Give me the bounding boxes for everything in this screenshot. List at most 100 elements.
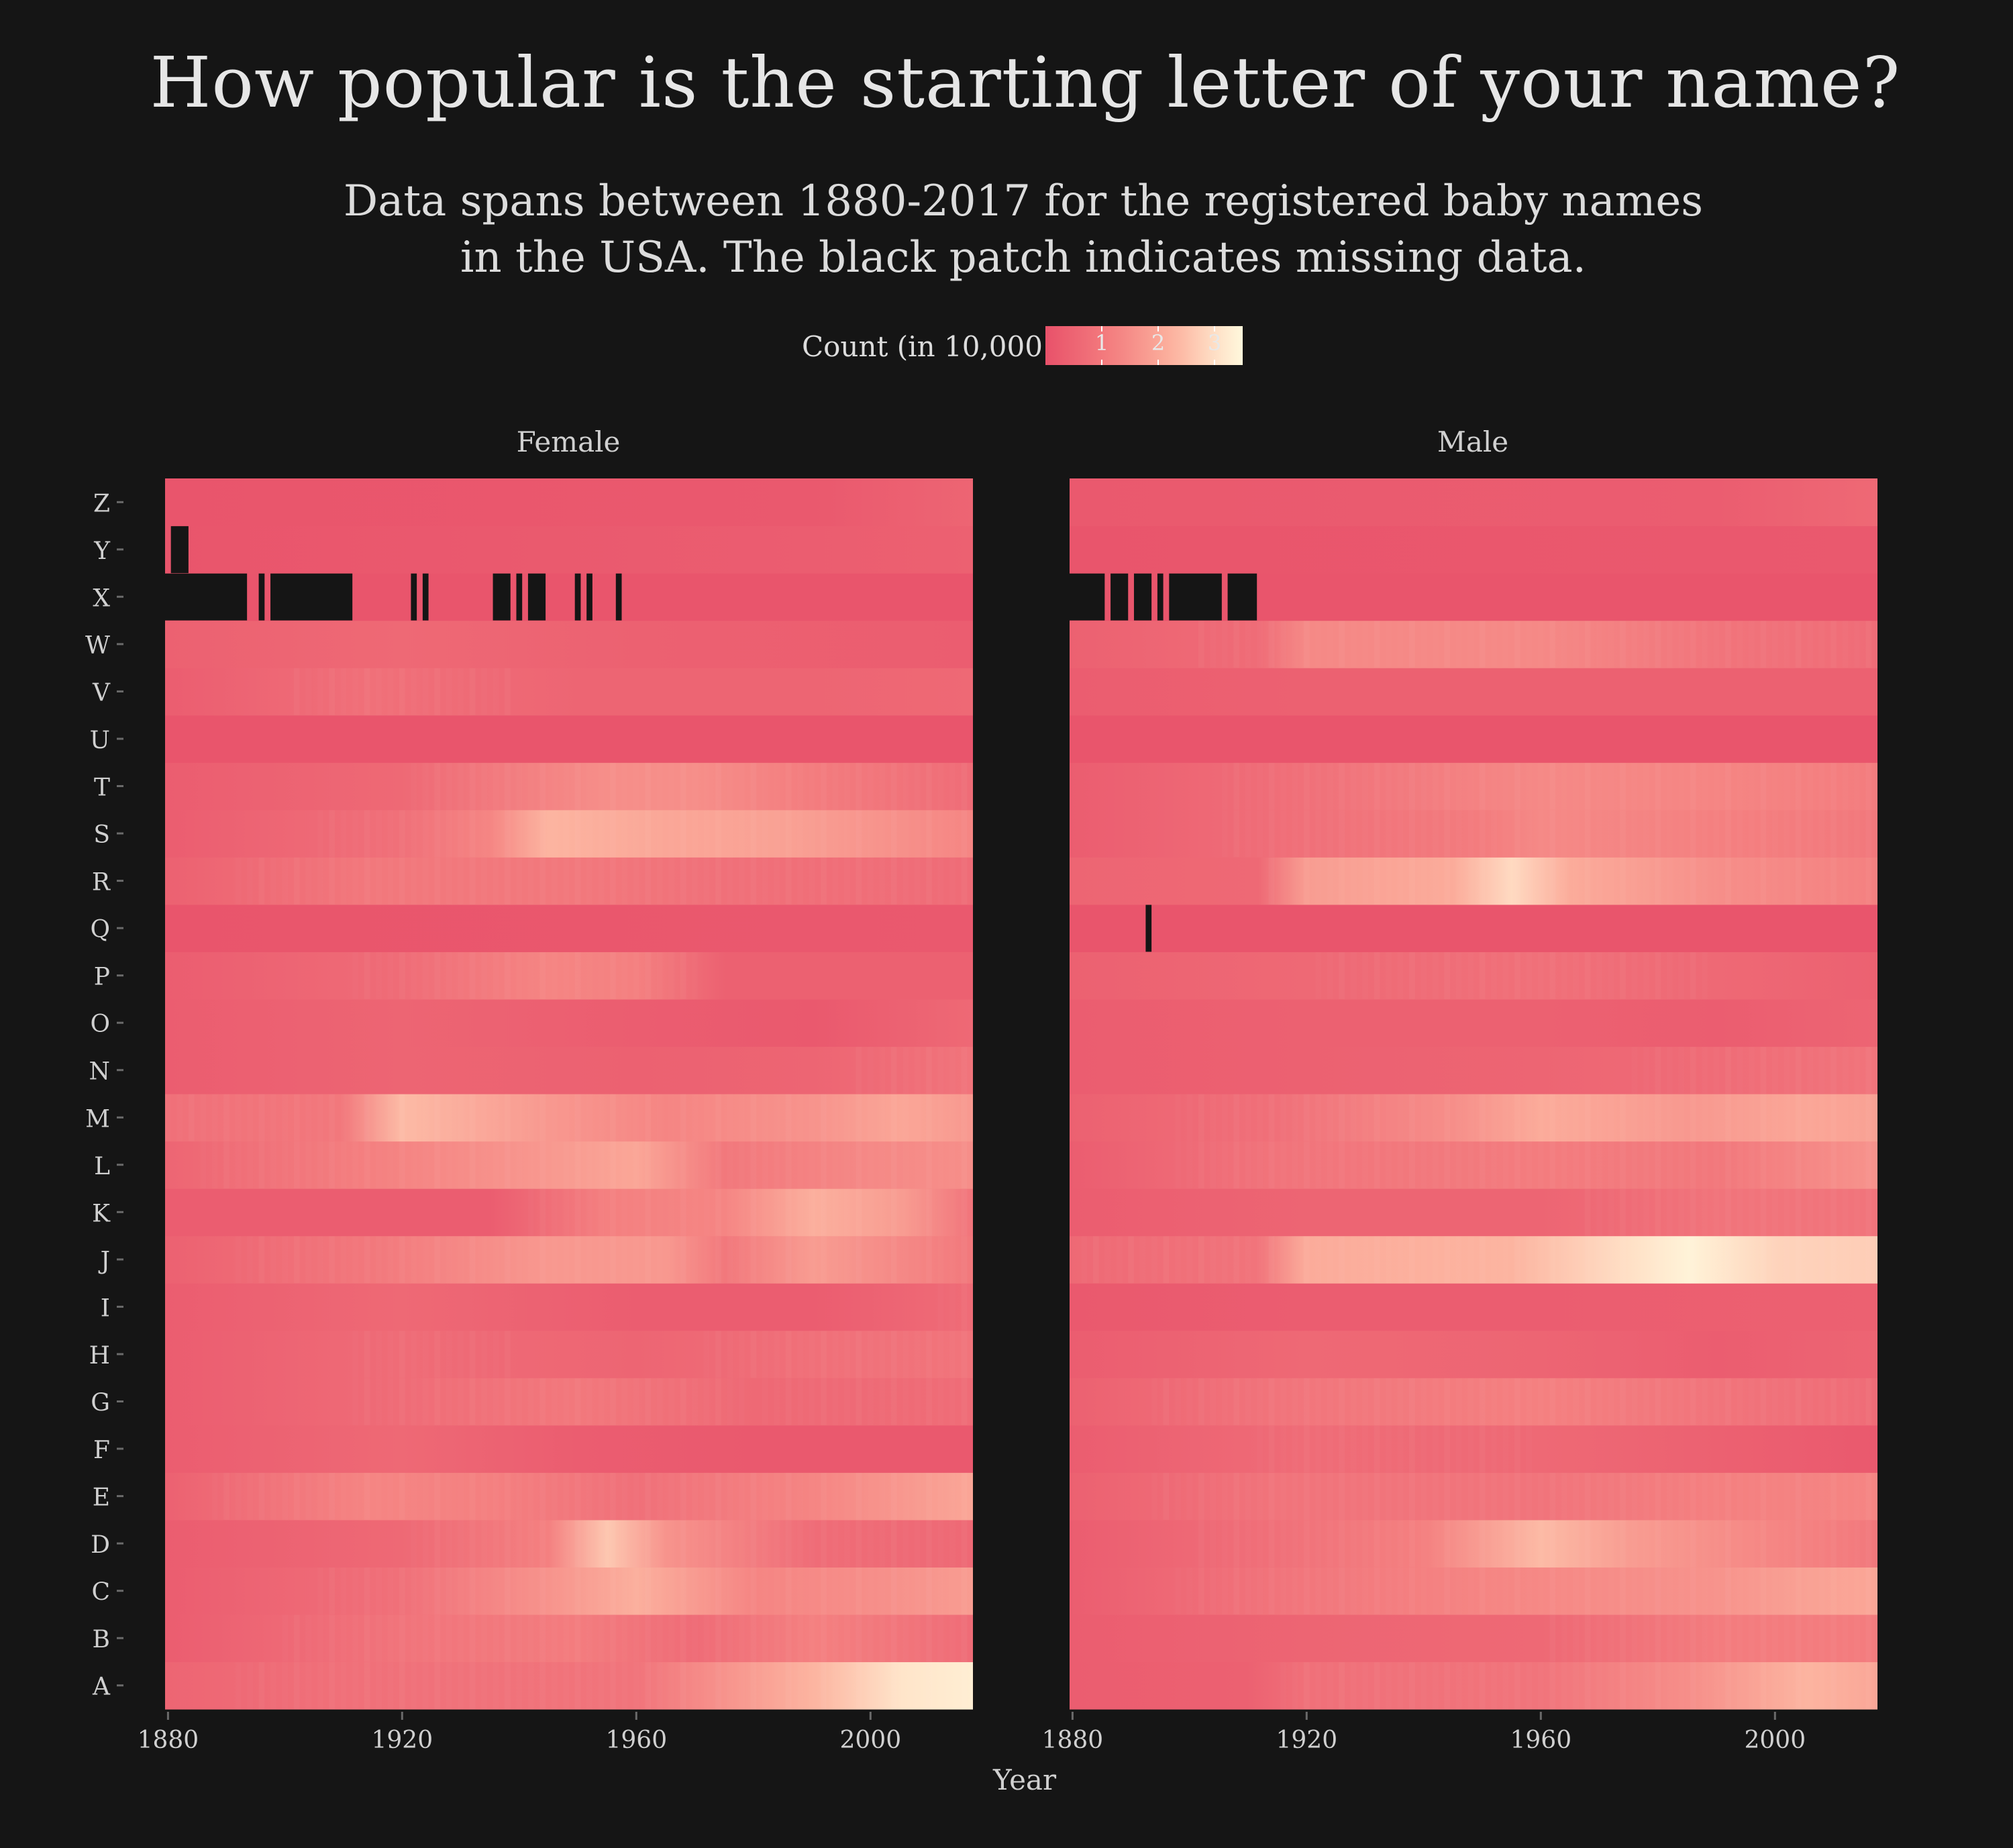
heatmap-texture xyxy=(1362,1236,1368,1284)
heatmap-texture xyxy=(1198,1472,1204,1520)
heatmap-texture xyxy=(1643,1567,1649,1614)
heatmap-texture xyxy=(388,1094,394,1141)
heatmap-texture xyxy=(1538,810,1544,858)
heatmap-texture xyxy=(1749,1141,1755,1189)
heatmap-texture xyxy=(1643,762,1649,810)
heatmap-texture xyxy=(1538,1567,1544,1614)
heatmap-texture xyxy=(1749,762,1755,810)
heatmap-texture xyxy=(1608,1614,1614,1662)
heatmap-texture xyxy=(809,857,815,905)
heatmap-texture xyxy=(1257,1236,1263,1284)
heatmap-texture xyxy=(1480,1520,1486,1568)
heatmap-texture xyxy=(1667,1378,1673,1425)
heatmap-texture xyxy=(236,1661,242,1709)
heatmap-texture xyxy=(1269,1094,1275,1141)
heatmap-texture xyxy=(411,1520,417,1568)
heatmap-texture xyxy=(1374,1520,1380,1568)
heatmap-texture xyxy=(856,1188,862,1236)
heatmap-texture xyxy=(388,1331,394,1378)
heatmap-texture xyxy=(1503,1425,1509,1473)
heatmap-texture xyxy=(1374,810,1380,858)
heatmap-texture xyxy=(1480,1472,1486,1520)
heatmap-texture xyxy=(1538,1472,1544,1520)
heatmap-texture xyxy=(902,1614,909,1662)
heatmap-texture xyxy=(797,857,803,905)
heatmap-texture xyxy=(1327,1094,1333,1141)
heatmap-texture xyxy=(552,1472,558,1520)
heatmap-texture xyxy=(727,1094,733,1141)
panel-female xyxy=(165,478,973,1710)
heatmap-texture xyxy=(399,1094,405,1141)
heatmap-texture xyxy=(1596,1378,1602,1425)
heatmap-texture xyxy=(833,1331,839,1378)
heatmap-texture xyxy=(1444,1472,1450,1520)
heatmap-texture xyxy=(1538,621,1544,668)
heatmap-texture xyxy=(1374,1378,1380,1425)
heatmap-texture xyxy=(1527,1236,1533,1284)
y-tick-label-U: U xyxy=(90,727,110,754)
heatmap-texture xyxy=(1409,1236,1415,1284)
heatmap-texture xyxy=(528,810,534,858)
heatmap-texture xyxy=(1503,621,1509,668)
heatmap-texture xyxy=(739,762,745,810)
heatmap-texture xyxy=(797,1331,803,1378)
heatmap-texture xyxy=(411,1141,417,1189)
heatmap-texture xyxy=(1351,1236,1357,1284)
heatmap-texture xyxy=(1374,1236,1380,1284)
heatmap-texture xyxy=(1690,1046,1696,1094)
heatmap-texture xyxy=(1573,1567,1579,1614)
heatmap-texture xyxy=(949,1472,956,1520)
heatmap-texture xyxy=(528,857,534,905)
heatmap-texture xyxy=(949,857,956,905)
heatmap-texture xyxy=(692,952,698,999)
heatmap-texture xyxy=(1467,857,1474,905)
heatmap-texture xyxy=(938,1520,944,1568)
heatmap-texture xyxy=(458,1661,464,1709)
heatmap-texture xyxy=(1632,1141,1638,1189)
heatmap-texture xyxy=(680,1520,686,1568)
heatmap-texture xyxy=(1549,1094,1555,1141)
heatmap-texture xyxy=(1491,1661,1497,1709)
heatmap-texture xyxy=(376,668,382,715)
heatmap-texture xyxy=(739,1188,745,1236)
heatmap-texture xyxy=(926,1378,932,1425)
heatmap-row-female-V xyxy=(165,668,973,716)
heatmap-texture xyxy=(1409,952,1415,999)
heatmap-texture xyxy=(1749,810,1755,858)
heatmap-texture xyxy=(423,1520,429,1568)
heatmap-texture xyxy=(1398,952,1404,999)
heatmap-texture xyxy=(949,1188,956,1236)
x-tick-label-male-1960: 1960 xyxy=(1510,1727,1571,1754)
heatmap-texture xyxy=(786,1378,792,1425)
heatmap-texture xyxy=(1678,1614,1684,1662)
heatmap-texture xyxy=(376,1331,382,1378)
heatmap-texture xyxy=(821,1141,827,1189)
heatmap-texture xyxy=(1772,1094,1778,1141)
heatmap-texture xyxy=(633,857,639,905)
heatmap-texture xyxy=(762,1331,768,1378)
heatmap-texture xyxy=(938,1236,944,1284)
heatmap-texture xyxy=(1596,762,1602,810)
heatmap-texture xyxy=(458,810,464,858)
heatmap-texture xyxy=(1714,857,1720,905)
heatmap-texture xyxy=(645,1236,651,1284)
heatmap-texture xyxy=(1807,1236,1813,1284)
heatmap-texture xyxy=(680,1614,686,1662)
heatmap-texture xyxy=(657,1520,663,1568)
heatmap-texture xyxy=(704,1236,710,1284)
heatmap-texture xyxy=(294,1141,300,1189)
heatmap-texture xyxy=(1702,1141,1708,1189)
heatmap-texture xyxy=(610,1661,616,1709)
heatmap-texture xyxy=(1514,762,1520,810)
heatmap-texture xyxy=(622,1520,628,1568)
heatmap-texture xyxy=(1643,810,1649,858)
heatmap-texture xyxy=(926,1472,932,1520)
heatmap-texture xyxy=(1292,857,1298,905)
heatmap-texture xyxy=(470,1141,476,1189)
heatmap-texture xyxy=(1807,1472,1813,1520)
heatmap-texture xyxy=(282,1094,288,1141)
heatmap-texture xyxy=(1538,1520,1544,1568)
heatmap-texture xyxy=(1585,1141,1591,1189)
heatmap-texture xyxy=(891,1661,897,1709)
heatmap-texture xyxy=(1561,1661,1567,1709)
